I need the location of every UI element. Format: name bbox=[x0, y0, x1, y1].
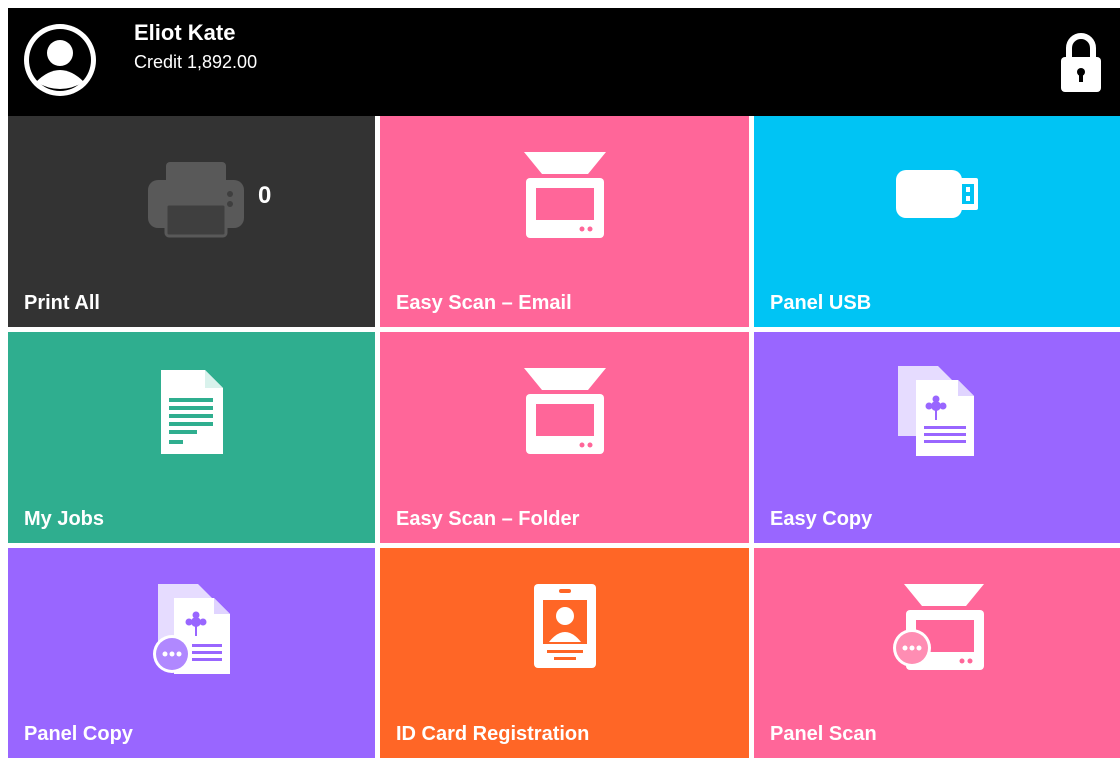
document-icon bbox=[161, 370, 223, 454]
usb-drive-icon bbox=[896, 170, 978, 218]
tile-label: ID Card Registration bbox=[396, 723, 590, 745]
tile-panel-copy[interactable]: Panel Copy bbox=[8, 548, 375, 758]
printer-icon bbox=[148, 162, 244, 238]
tile-id-card-registration[interactable]: ID Card Registration bbox=[380, 548, 749, 758]
tile-label: Panel Copy bbox=[24, 723, 133, 745]
tile-label: Panel Scan bbox=[770, 723, 877, 745]
tile-label: Easy Copy bbox=[770, 508, 873, 530]
tile-label: Easy Scan – Folder bbox=[396, 508, 580, 530]
copy-documents-more-icon bbox=[153, 584, 230, 674]
scanner-more-icon bbox=[893, 584, 984, 670]
tile-panel-usb[interactable]: Panel USB bbox=[754, 116, 1120, 327]
tile-label: My Jobs bbox=[24, 508, 105, 530]
lock-icon[interactable] bbox=[1058, 30, 1104, 94]
scanner-icon bbox=[524, 368, 606, 454]
credit-balance: Credit 1,892.00 bbox=[134, 52, 258, 72]
user-name: Eliot Kate bbox=[134, 20, 236, 45]
tile-label: Print All bbox=[24, 292, 100, 314]
tile-panel-scan[interactable]: Panel Scan bbox=[754, 548, 1120, 758]
tile-my-jobs[interactable]: My Jobs bbox=[8, 332, 375, 543]
tile-easy-copy[interactable]: Easy Copy bbox=[754, 332, 1120, 543]
id-card-icon bbox=[534, 584, 596, 668]
tile-label: Panel USB bbox=[770, 292, 872, 314]
tile-label: Easy Scan – Email bbox=[396, 292, 572, 314]
tile-easy-scan-folder[interactable]: Easy Scan – Folder bbox=[380, 332, 749, 543]
print-job-count: 0 bbox=[258, 182, 272, 209]
header-bar: Eliot Kate Credit 1,892.00 bbox=[8, 8, 1120, 116]
copy-documents-icon bbox=[898, 366, 974, 456]
terminal-home-screen: Eliot Kate Credit 1,892.00 0 Print All E… bbox=[0, 0, 1120, 758]
tile-easy-scan-email[interactable]: Easy Scan – Email bbox=[380, 116, 749, 327]
scanner-icon bbox=[524, 152, 606, 238]
user-avatar-icon[interactable] bbox=[22, 22, 98, 98]
tile-print-all[interactable]: 0 Print All bbox=[8, 116, 375, 327]
